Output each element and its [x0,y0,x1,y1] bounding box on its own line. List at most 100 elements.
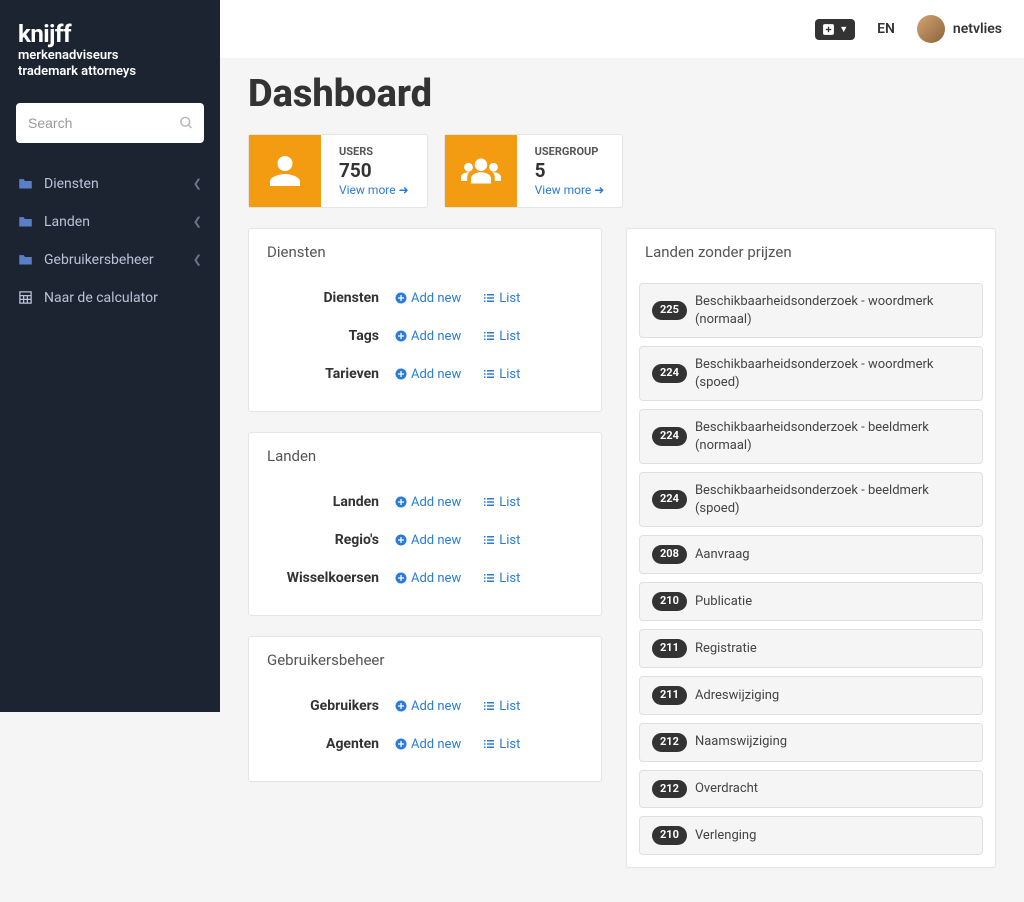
stat-card-usergroup: USERGROUP 5 View more ➜ [444,134,624,208]
search-box [16,103,204,143]
chevron-left-icon: ❮ [193,215,202,228]
action-row: Tags Add new List [267,317,583,355]
count-badge: 224 [652,364,687,383]
sidebar-nav: Diensten ❮ Landen ❮ Gebruikersbeheer ❮ N… [0,165,220,317]
stat-label: USERGROUP [535,145,605,158]
list-link[interactable]: List [483,329,520,344]
sidebar-item-landen[interactable]: Landen ❮ [0,203,220,241]
stat-value: 750 [339,159,409,182]
price-country-item[interactable]: 225 Beschikbaarheidsonderzoek - woordmerk… [639,283,983,338]
price-country-item[interactable]: 208Aanvraag [639,535,983,574]
item-label: Registratie [695,640,757,658]
plus-circle-icon [395,572,407,584]
price-country-item[interactable]: 210 Verlenging [639,816,983,855]
sidebar-item-label: Landen [44,214,90,230]
plus-circle-icon [395,738,407,750]
panel-landen-zonder-prijzen: Landen zonder prijzen 225Beschikbaarheid… [626,228,996,868]
price-country-item[interactable]: 212 Overdracht [639,770,983,809]
item-label: Naamswijziging [695,733,787,751]
stat-card-users: USERS 750 View more ➜ [248,134,428,208]
list-link[interactable]: List [483,571,520,586]
username: netvlies [953,21,1002,37]
item-label: Aanvraag [695,546,750,564]
action-label: Agenten [267,736,395,752]
action-row: Agenten Add new List [267,725,583,763]
folder-icon [18,215,34,228]
count-badge: 224 [652,490,687,509]
add-new-link[interactable]: Add new [395,737,461,752]
item-label: Beschikbaarheidsonderzoek - beeldmerk (n… [695,419,970,454]
sidebar-item-gebruikersbeheer[interactable]: Gebruikersbeheer ❮ [0,241,220,279]
price-country-item[interactable]: 211Adreswijziging [639,676,983,715]
action-row: Tarieven Add new List [267,355,583,393]
action-row: Wisselkoersen Add new List [267,559,583,597]
folder-icon [18,177,34,190]
add-new-link[interactable]: Add new [395,329,461,344]
price-country-item[interactable]: 224Beschikbaarheidsonderzoek - beeldmerk… [639,472,983,527]
sidebar-item-calculator[interactable]: Naar de calculator [0,279,220,317]
plus-circle-icon [395,368,407,380]
price-country-item[interactable]: 224Beschikbaarheidsonderzoek - beeldmerk… [639,409,983,464]
plus-circle-icon [395,292,407,304]
add-dropdown[interactable]: ▼ [815,19,855,40]
add-new-link[interactable]: Add new [395,495,461,510]
topbar: ▼ EN netvlies [220,0,1024,58]
plus-square-icon [822,23,835,36]
sidebar-item-label: Diensten [44,176,99,192]
list-icon [483,534,495,546]
count-badge: 212 [652,780,687,799]
users-icon [445,135,517,207]
panel-diensten: Diensten Diensten Add new ListTags Add n… [248,228,602,412]
action-label: Regio's [267,532,395,548]
add-new-link[interactable]: Add new [395,367,461,382]
search-input[interactable] [16,103,204,143]
list-link[interactable]: List [483,737,520,752]
action-label: Landen [267,494,395,510]
add-new-link[interactable]: Add new [395,533,461,548]
price-country-item[interactable]: 224 Beschikbaarheidsonderzoek - woordmerk… [639,346,983,401]
view-more-link[interactable]: View more ➜ [535,183,605,197]
item-label: Beschikbaarheidsonderzoek - woordmerk (s… [695,356,970,391]
add-new-link[interactable]: Add new [395,291,461,306]
search-icon[interactable] [179,115,194,130]
item-label: Beschikbaarheidsonderzoek - woordmerk (n… [695,293,970,328]
list-link[interactable]: List [483,367,520,382]
sidebar-item-diensten[interactable]: Diensten ❮ [0,165,220,203]
action-row: Gebruikers Add new List [267,687,583,725]
item-label: Overdracht [695,780,758,798]
list-link[interactable]: List [483,291,520,306]
stat-value: 5 [535,159,605,182]
user-menu[interactable]: netvlies [917,15,1002,43]
plus-circle-icon [395,496,407,508]
list-icon [483,572,495,584]
plus-circle-icon [395,330,407,342]
brand-logo: kknijffnijff merkenadviseurs trademark a… [0,20,220,103]
item-label: Verlenging [695,827,756,845]
list-link[interactable]: List [483,533,520,548]
panel-landen: Landen Landen Add new List Regio's Add ne… [248,432,602,616]
count-badge: 210 [652,826,687,845]
count-badge: 225 [652,301,687,320]
stat-label: USERS [339,145,409,158]
count-badge: 210 [652,592,687,611]
calculator-icon [18,290,34,305]
price-country-item[interactable]: 210 Publicatie [639,582,983,621]
action-label: Wisselkoersen [267,570,395,586]
list-icon [483,368,495,380]
action-row: Diensten Add new List [267,279,583,317]
arrow-right-icon: ➜ [594,183,604,197]
language-toggle[interactable]: EN [877,21,895,37]
add-new-link[interactable]: Add new [395,699,461,714]
view-more-link[interactable]: View more ➜ [339,183,409,197]
page-title: Dashboard [248,72,996,116]
user-icon [249,135,321,207]
price-country-item[interactable]: 211Registratie [639,629,983,668]
list-link[interactable]: List [483,495,520,510]
list-link[interactable]: List [483,699,520,714]
item-label: Publicatie [695,593,752,611]
price-country-item[interactable]: 212Naamswijziging [639,723,983,762]
add-new-link[interactable]: Add new [395,571,461,586]
action-row: Landen Add new List [267,483,583,521]
panel-title: Landen [249,433,601,479]
list-icon [483,738,495,750]
